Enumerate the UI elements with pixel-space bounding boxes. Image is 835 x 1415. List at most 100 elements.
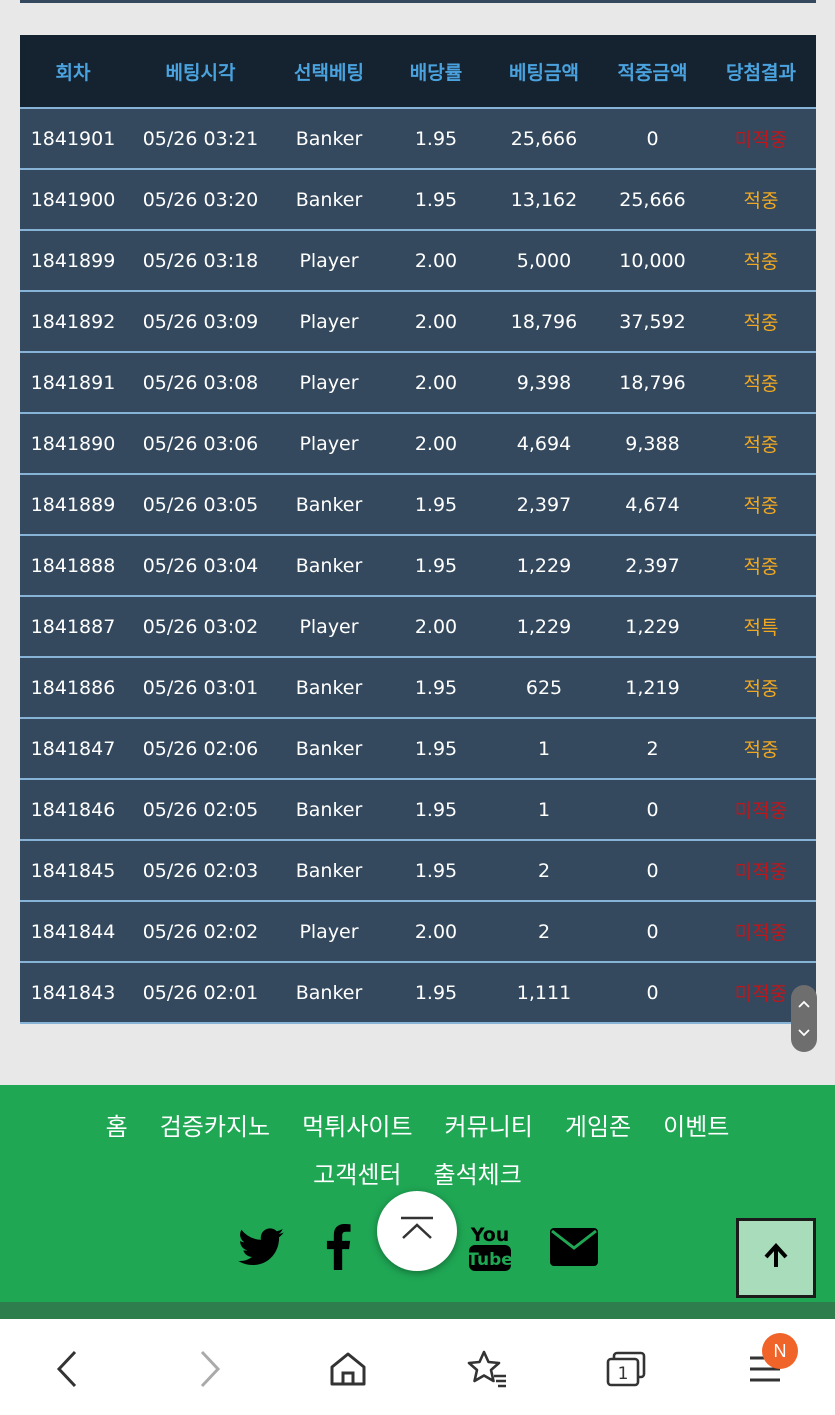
back-to-top-button[interactable]: [736, 1218, 816, 1298]
footer-link-home[interactable]: 홈: [106, 1108, 128, 1146]
cell-payout: 25,666: [599, 169, 706, 231]
cell-bet-amount: 1: [489, 779, 599, 841]
cell-pick: Player: [275, 230, 383, 292]
table-row: 1841889 05/26 03:05 Banker 1.95 2,397 4,674 적중: [20, 474, 816, 536]
home-icon[interactable]: [321, 1342, 375, 1396]
table-row: 1841890 05/26 03:06 Player 2.00 4,694 9,388 적중: [20, 413, 816, 475]
youtube-icon[interactable]: You Tube: [466, 1220, 514, 1274]
bookmarks-icon[interactable]: [460, 1342, 514, 1396]
cell-round: 1841900: [20, 169, 126, 231]
cell-odds: 1.95: [383, 108, 489, 170]
cell-result: 적중: [706, 535, 816, 597]
cell-bet-time: 05/26 03:04: [126, 535, 275, 597]
footer-link-support[interactable]: 고객센터: [313, 1156, 401, 1194]
table-row: 1841892 05/26 03:09 Player 2.00 18,796 37,592…: [20, 291, 816, 353]
tabs-icon[interactable]: 1: [599, 1342, 653, 1396]
facebook-icon[interactable]: [318, 1222, 358, 1272]
back-icon[interactable]: [40, 1342, 94, 1396]
footer-link-game-zone[interactable]: 게임존: [565, 1108, 631, 1146]
scroll-to-top-fab[interactable]: [377, 1191, 457, 1271]
cell-round: 1841899: [20, 230, 126, 292]
header-bet-amount: 베팅금액: [489, 35, 599, 109]
cell-bet-amount: 1,229: [489, 535, 599, 597]
cell-round: 1841892: [20, 291, 126, 353]
cell-result: 미적중: [706, 840, 816, 902]
cell-result: 적중: [706, 657, 816, 719]
cell-odds: 1.95: [383, 657, 489, 719]
twitter-icon[interactable]: [236, 1222, 286, 1272]
cell-odds: 2.00: [383, 291, 489, 353]
footer-link-community[interactable]: 커뮤니티: [445, 1108, 533, 1146]
cell-bet-amount: 1,229: [489, 596, 599, 658]
cell-bet-time: 05/26 03:06: [126, 413, 275, 475]
scroll-control[interactable]: [791, 985, 817, 1052]
cell-result: 적중: [706, 474, 816, 536]
footer-link-scam-sites[interactable]: 먹튀사이트: [302, 1108, 412, 1146]
table-row: 1841846 05/26 02:05 Banker 1.95 1 0 미적중: [20, 779, 816, 841]
cell-bet-amount: 2: [489, 840, 599, 902]
cell-payout: 2: [599, 718, 706, 780]
cell-odds: 2.00: [383, 352, 489, 414]
cell-round: 1841887: [20, 596, 126, 658]
email-icon[interactable]: [548, 1222, 600, 1272]
cell-pick: Banker: [275, 474, 383, 536]
cell-round: 1841891: [20, 352, 126, 414]
cell-payout: 4,674: [599, 474, 706, 536]
cell-round: 1841901: [20, 108, 126, 170]
cell-odds: 2.00: [383, 901, 489, 963]
cell-round: 1841846: [20, 779, 126, 841]
cell-pick: Player: [275, 413, 383, 475]
header-round: 회차: [20, 35, 126, 109]
cell-round: 1841888: [20, 535, 126, 597]
chevron-down-icon[interactable]: [798, 1026, 810, 1041]
cell-result: 적중: [706, 352, 816, 414]
cell-result: 적중: [706, 230, 816, 292]
footer-link-event[interactable]: 이벤트: [663, 1108, 729, 1146]
cell-bet-time: 05/26 03:01: [126, 657, 275, 719]
cell-bet-time: 05/26 03:09: [126, 291, 275, 353]
cell-payout: 1,219: [599, 657, 706, 719]
cell-bet-time: 05/26 03:21: [126, 108, 275, 170]
cell-bet-time: 05/26 03:05: [126, 474, 275, 536]
cell-pick: Banker: [275, 962, 383, 1024]
tab-count: 1: [618, 1364, 629, 1384]
cell-odds: 1.95: [383, 718, 489, 780]
footer-link-attendance[interactable]: 출석체크: [434, 1156, 522, 1194]
cell-bet-time: 05/26 03:08: [126, 352, 275, 414]
cell-bet-time: 05/26 03:02: [126, 596, 275, 658]
cell-bet-time: 05/26 02:05: [126, 779, 275, 841]
cell-payout: 10,000: [599, 230, 706, 292]
cell-pick: Banker: [275, 535, 383, 597]
cell-odds: 1.95: [383, 169, 489, 231]
cell-bet-amount: 25,666: [489, 108, 599, 170]
table-row: 1841844 05/26 02:02 Player 2.00 2 0 미적중: [20, 901, 816, 963]
cell-pick: Player: [275, 352, 383, 414]
cell-result: 적특: [706, 596, 816, 658]
betting-history-table: 회차 베팅시각 선택베팅 배당률 베팅금액 적중금액 당첨결과 1841901 0…: [20, 35, 816, 1024]
table-row: 1841843 05/26 02:01 Banker 1.95 1,111 0 미적중: [20, 962, 816, 1024]
cell-pick: Player: [275, 596, 383, 658]
table-row: 1841887 05/26 03:02 Player 2.00 1,229 1,229 적특: [20, 596, 816, 658]
footer-link-verified-casino[interactable]: 검증카지노: [160, 1108, 270, 1146]
cell-odds: 2.00: [383, 413, 489, 475]
table-row: 1841891 05/26 03:08 Player 2.00 9,398 18,796 적…: [20, 352, 816, 414]
cell-payout: 0: [599, 779, 706, 841]
cell-payout: 0: [599, 962, 706, 1024]
cell-odds: 1.95: [383, 474, 489, 536]
cell-round: 1841845: [20, 840, 126, 902]
cell-bet-amount: 5,000: [489, 230, 599, 292]
cell-round: 1841886: [20, 657, 126, 719]
cell-bet-time: 05/26 02:01: [126, 962, 275, 1024]
cell-payout: 2,397: [599, 535, 706, 597]
header-result: 당첨결과: [706, 35, 816, 109]
cell-odds: 1.95: [383, 962, 489, 1024]
cell-bet-time: 05/26 02:03: [126, 840, 275, 902]
chevron-up-icon[interactable]: [798, 997, 810, 1012]
cell-bet-amount: 4,694: [489, 413, 599, 475]
table-row: 1841845 05/26 02:03 Banker 1.95 2 0 미적중: [20, 840, 816, 902]
cell-bet-amount: 2: [489, 901, 599, 963]
forward-icon[interactable]: [183, 1342, 237, 1396]
youtube-logo-text-bottom: Tube: [467, 1250, 513, 1270]
table-row: 1841900 05/26 03:20 Banker 1.95 13,162 25,666…: [20, 169, 816, 231]
arrow-up-bar-icon: [399, 1216, 435, 1246]
